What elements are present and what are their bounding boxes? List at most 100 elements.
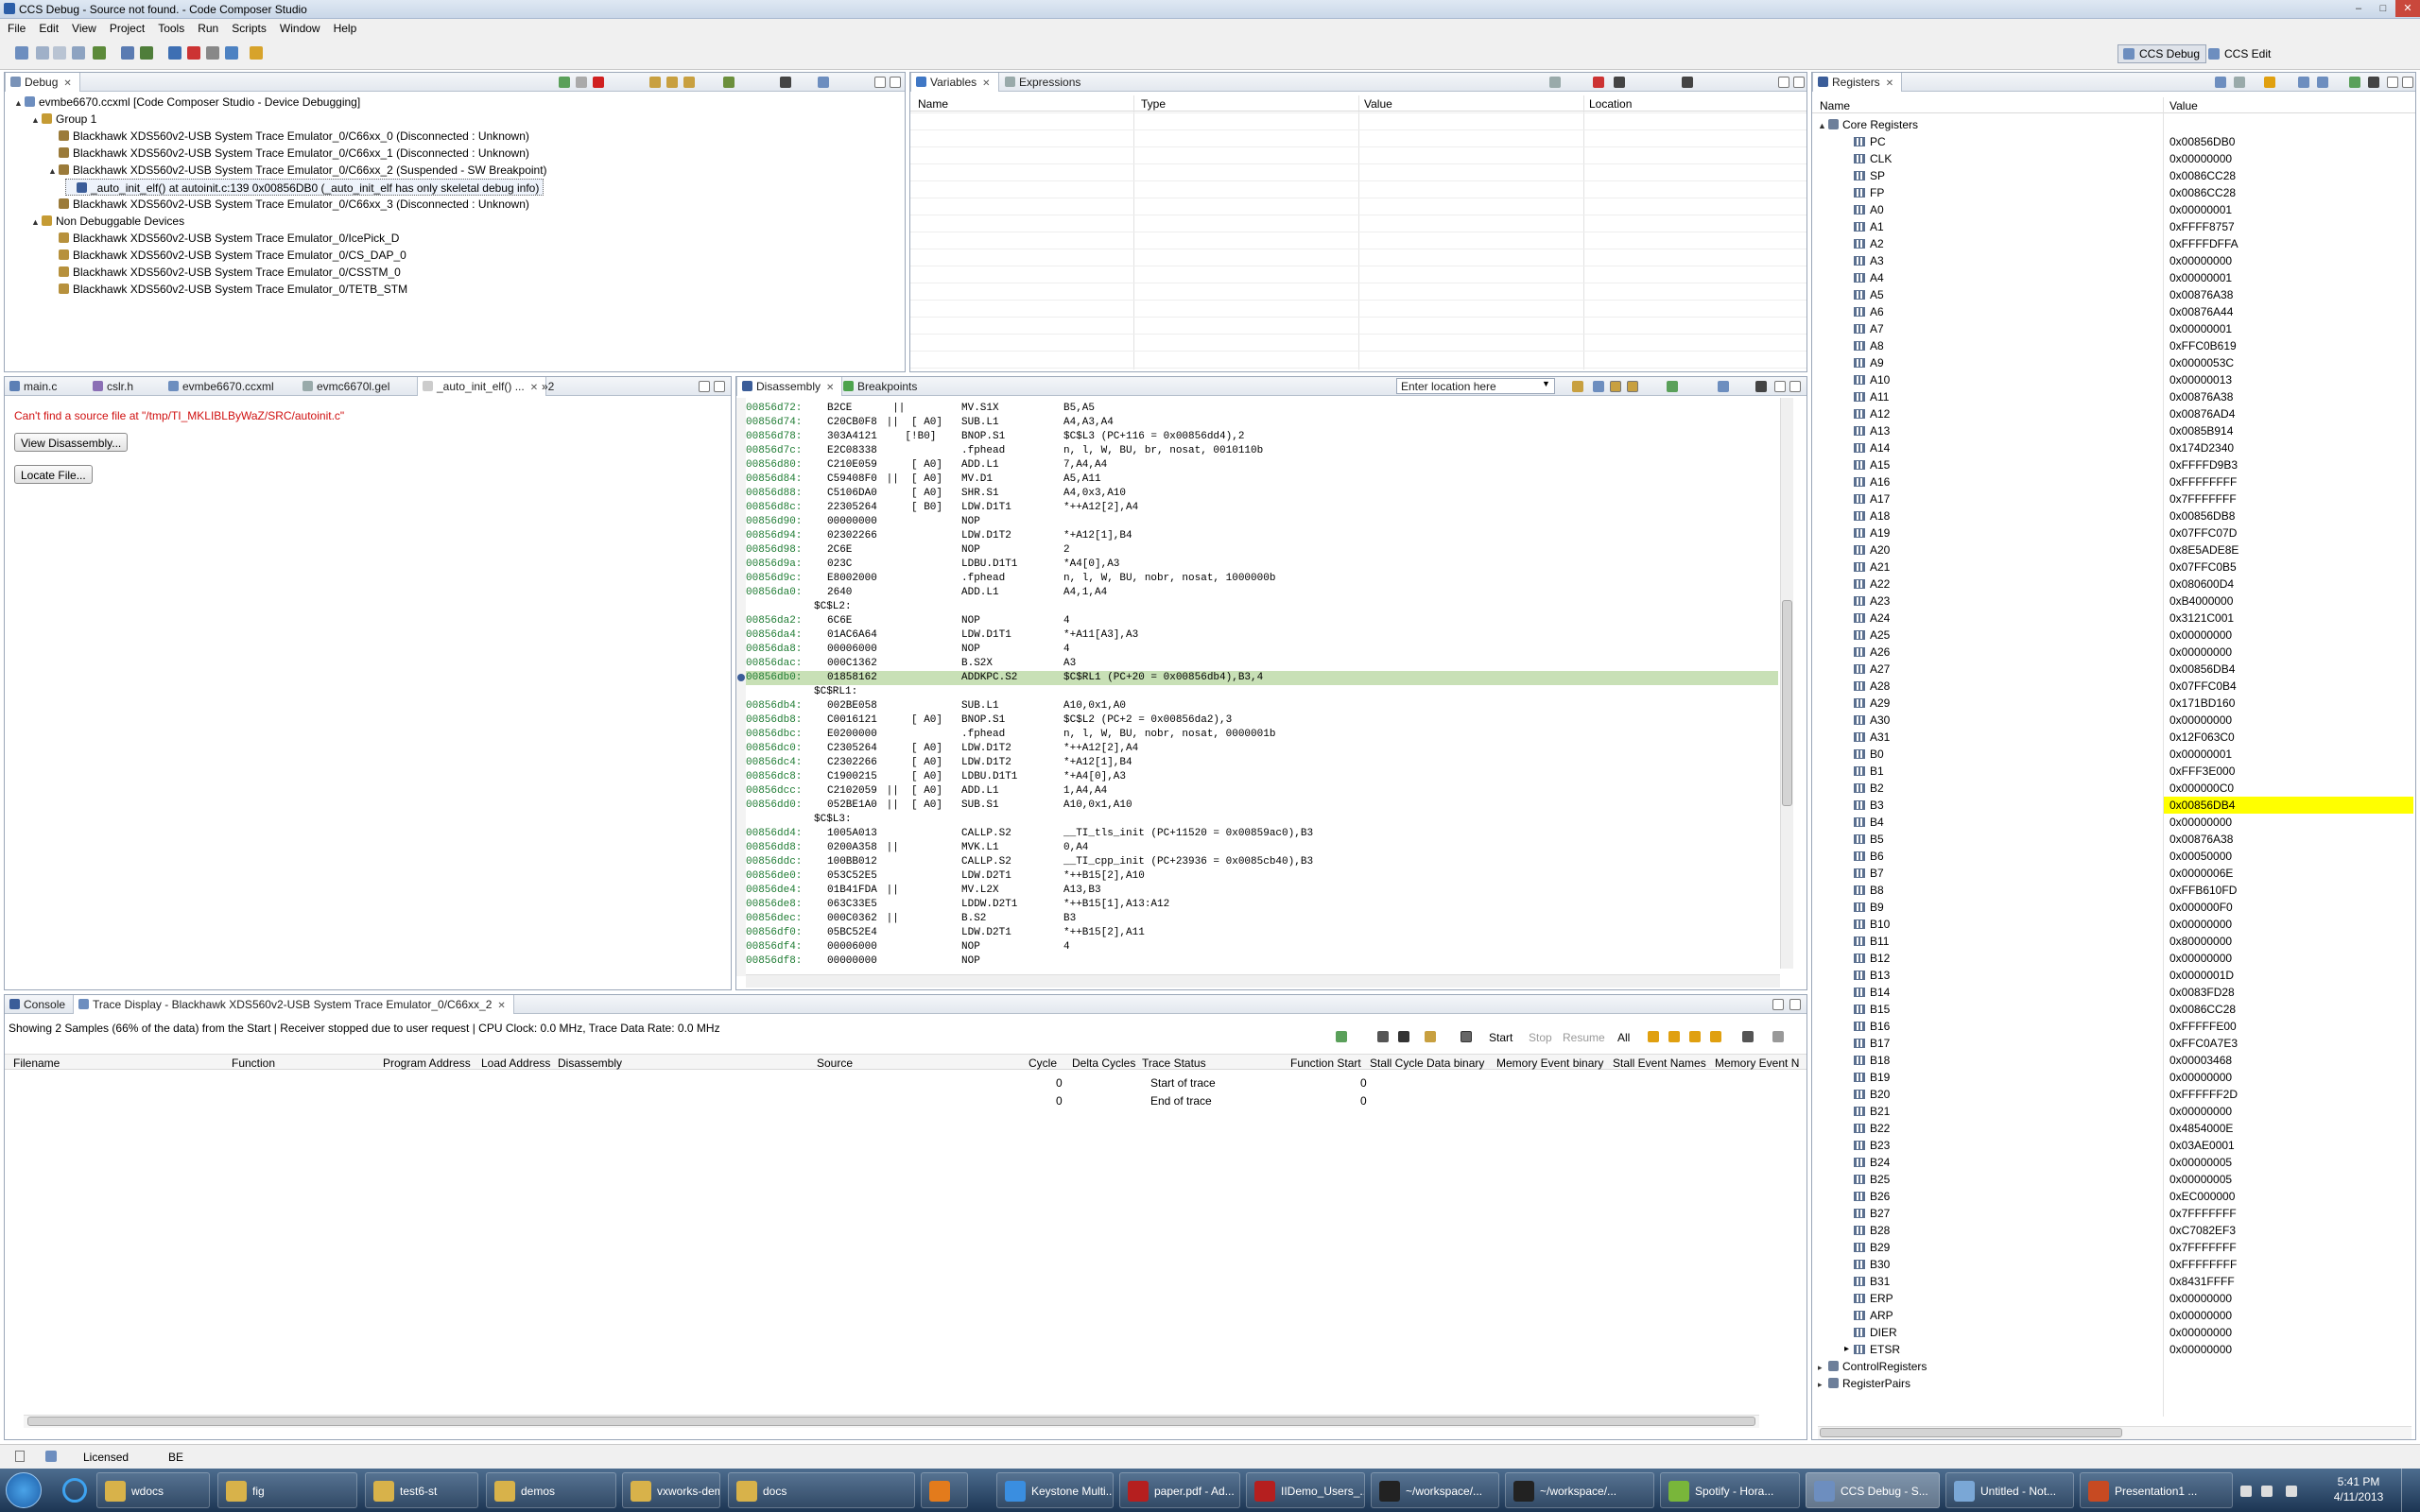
disassembly-line[interactable]: 00856d8c: 22305264 [ B0] LDW.D1T1 *++A12[2]… [746, 501, 1778, 515]
debug-tree-item[interactable]: Blackhawk XDS560v2-USB System Trace Emul… [48, 196, 529, 213]
refresh-icon[interactable] [2264, 77, 2275, 88]
register-row[interactable]: ▸ ETSR 0x00000000 [1812, 1341, 2415, 1358]
col-name[interactable]: Name [1820, 99, 1850, 112]
register-value[interactable]: 0x00856DB4 [2164, 797, 2413, 814]
tab-breakpoints[interactable]: Breakpoints [838, 377, 925, 396]
register-row[interactable]: SP 0x0086CC28 [1812, 167, 2415, 184]
register-row[interactable]: B31 0x8431FFFF [1812, 1273, 2415, 1290]
register-row[interactable]: A9 0x0000053C [1812, 354, 2415, 371]
menu-edit[interactable]: Edit [31, 19, 64, 35]
debug-tree-item[interactable]: ▲ evmbe6670.ccxml [Code Composer Studio -… [14, 94, 360, 111]
debug-tree-item[interactable]: _auto_init_elf() at autoinit.c:139 0x008… [65, 179, 544, 196]
trace-col-header[interactable]: Load Address [481, 1057, 550, 1070]
link-icon[interactable] [2349, 77, 2360, 88]
disassembly-line[interactable]: 00856df4: 00006000 NOP 4 [746, 940, 1778, 954]
register-value[interactable]: 0x171BD160 [2164, 695, 2413, 712]
register-row[interactable]: B15 0x0086CC28 [1812, 1001, 2415, 1018]
disassembly-line[interactable]: 00856da0: 2640 ADD.L1 A4,1,A4 [746, 586, 1778, 600]
register-subgroup[interactable]: ▸ RegisterPairs [1818, 1375, 1910, 1392]
print-icon[interactable] [72, 46, 85, 60]
register-value[interactable]: 0x07FFC07D [2164, 524, 2413, 541]
close-tab-icon[interactable]: ✕ [497, 1001, 505, 1011]
disassembly-line[interactable]: 00856db8: C0016121 [ A0] BNOP.S1 $C$L2 (PC+… [746, 713, 1778, 728]
register-value[interactable]: 0x0000001D [2164, 967, 2413, 984]
maximize-view-icon[interactable] [2402, 77, 2413, 88]
trace-col-header[interactable]: Function Start [1290, 1057, 1361, 1070]
register-row[interactable]: B0 0x00000001 [1812, 746, 2415, 763]
trace-col-header[interactable]: Trace Status [1142, 1057, 1206, 1070]
register-value[interactable]: 0x03AE0001 [2164, 1137, 2413, 1154]
export-icon[interactable] [1742, 1031, 1754, 1042]
debug-tree-item[interactable]: Blackhawk XDS560v2-USB System Trace Emul… [48, 247, 406, 264]
register-value[interactable]: 0x000000F0 [2164, 899, 2413, 916]
register-value[interactable]: 0xFFB610FD [2164, 882, 2413, 899]
trace-col-header[interactable]: Disassembly [558, 1057, 622, 1070]
register-value[interactable]: 0x00000000 [2164, 950, 2413, 967]
register-row[interactable]: B8 0xFFB610FD [1812, 882, 2415, 899]
tab-debug[interactable]: Debug ✕ [5, 73, 80, 92]
register-value[interactable]: 0x00000000 [2164, 644, 2413, 661]
register-value[interactable]: 0x00876A38 [2164, 286, 2413, 303]
register-value[interactable]: 0x00000000 [2164, 150, 2413, 167]
minimize-view-icon[interactable] [1778, 77, 1789, 88]
register-row[interactable]: B30 0xFFFFFFFF [1812, 1256, 2415, 1273]
disassembly-line[interactable]: 00856dc0: C2305264 [ A0] LDW.D1T2 *++A12[2]… [746, 742, 1778, 756]
resume-icon[interactable] [559, 77, 570, 88]
remove-icon[interactable] [1593, 77, 1604, 88]
trace-col-header[interactable]: Stall Cycle Data binary [1370, 1057, 1484, 1070]
tools-icon[interactable] [250, 46, 263, 60]
register-value[interactable]: 0x0086CC28 [2164, 184, 2413, 201]
register-value[interactable]: 0x3121C001 [2164, 610, 2413, 627]
register-value[interactable]: 0xFFFFFE00 [2164, 1018, 2413, 1035]
step-into-icon[interactable] [649, 77, 661, 88]
step-return-icon[interactable] [683, 77, 695, 88]
register-value[interactable]: 0xEC000000 [2164, 1188, 2413, 1205]
link-icon[interactable] [1593, 381, 1604, 392]
tray-clock[interactable]: 5:41 PM 4/11/2013 [2325, 1474, 2392, 1504]
disassembly-line[interactable]: 00856dc4: C2302266 [ A0] LDW.D1T2 *+A12[1],… [746, 756, 1778, 770]
maximize-view-icon[interactable] [1789, 999, 1801, 1010]
disassembly-line[interactable]: 00856dd8: 0200A358 || MVK.L1 0,A4 [746, 841, 1778, 855]
menu-file[interactable]: File [0, 19, 31, 35]
refresh-icon[interactable] [818, 77, 829, 88]
disassembly-line[interactable]: 00856dd0: 052BE1A0 || [ A0] SUB.S1 A10,0x1,… [746, 799, 1778, 813]
refresh-icon[interactable] [1667, 381, 1678, 392]
disassembly-line[interactable]: 00856dac: 000C1362 B.S2X A3 [746, 657, 1778, 671]
scroll-thumb[interactable] [1782, 600, 1792, 806]
register-row[interactable]: A29 0x171BD160 [1812, 695, 2415, 712]
debug-tree-item[interactable]: Blackhawk XDS560v2-USB System Trace Emul… [48, 230, 399, 247]
register-row[interactable]: A15 0xFFFFD9B3 [1812, 456, 2415, 473]
disassembly-line[interactable]: 00856df0: 05BC52E4 LDW.D2T1 *++B15[2],A11 [746, 926, 1778, 940]
register-value[interactable]: 0x00856DB0 [2164, 133, 2413, 150]
register-row[interactable]: A4 0x00000001 [1812, 269, 2415, 286]
register-row[interactable]: B11 0x80000000 [1812, 933, 2415, 950]
trace-row[interactable]: 0 Start of trace 0 [5, 1076, 1806, 1093]
register-value[interactable]: 0x00000000 [2164, 916, 2413, 933]
register-value[interactable]: 0x00000000 [2164, 814, 2413, 831]
step-over-icon[interactable] [666, 77, 678, 88]
trace-hscroll[interactable] [24, 1415, 1759, 1428]
disassembly-line[interactable]: 00856d84: C59408F0 || [ A0] MV.D1 A5,A11 [746, 472, 1778, 487]
register-row[interactable]: A13 0x0085B914 [1812, 422, 2415, 439]
next-icon[interactable] [1689, 1031, 1701, 1042]
register-row[interactable]: B24 0x00000005 [1812, 1154, 2415, 1171]
register-value[interactable]: 0x00000000 [2164, 627, 2413, 644]
register-row[interactable]: B2 0x000000C0 [1812, 780, 2415, 797]
layout-icon[interactable] [1461, 1031, 1472, 1042]
registers-hscroll[interactable] [1818, 1426, 2411, 1439]
disassembly-line[interactable]: 00856de0: 053C52E5 LDW.D2T1 *++B15[2],A10 [746, 869, 1778, 884]
register-value[interactable]: 0x00000000 [2164, 1324, 2413, 1341]
register-value[interactable]: 0xFFFFFF2D [2164, 1086, 2413, 1103]
disassembly-line[interactable]: 00856d80: C210E059 [ A0] ADD.L1 7,A4,A4 [746, 458, 1778, 472]
col-location[interactable]: Location [1589, 97, 1632, 111]
register-value[interactable]: 0x080600D4 [2164, 576, 2413, 593]
register-value[interactable]: 0x00000000 [2164, 712, 2413, 729]
minimize-view-icon[interactable] [1774, 381, 1786, 392]
register-value[interactable]: 0x0083FD28 [2164, 984, 2413, 1001]
menu-run[interactable]: Run [190, 19, 224, 35]
locate-file-button[interactable]: Locate File... [14, 465, 93, 484]
minimize-view-icon[interactable] [699, 381, 710, 392]
col-value[interactable]: Value [1364, 97, 1392, 111]
fast-view-icon[interactable] [15, 1451, 25, 1462]
register-row[interactable]: B4 0x00000000 [1812, 814, 2415, 831]
